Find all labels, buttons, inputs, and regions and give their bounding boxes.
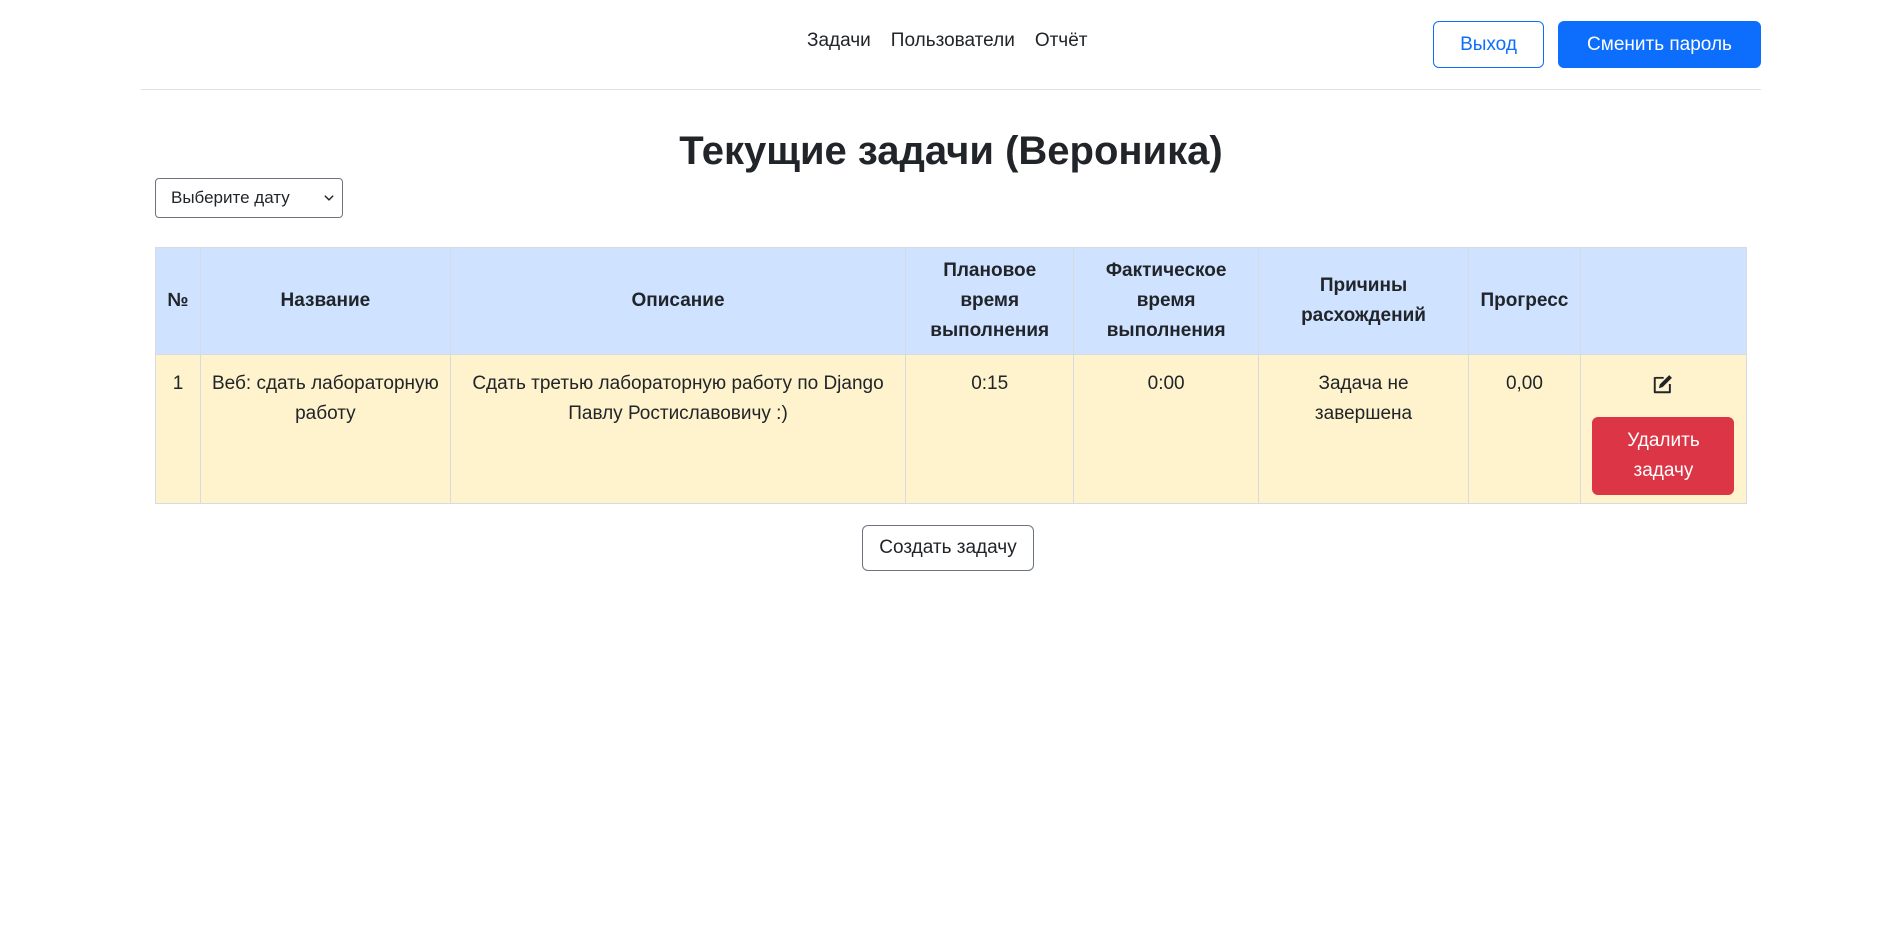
cell-name: Веб: сдать лабораторную работу — [199, 354, 451, 504]
cell-actual-time: 0:00 — [1073, 354, 1260, 504]
nav-item-users[interactable]: Пользователи — [891, 30, 1015, 52]
top-navbar: Задачи Пользователи Отчёт Выход Сменить … — [141, 0, 1761, 90]
date-select-value: Выберите дату — [171, 188, 290, 207]
col-header-planned-time: Плановое время выполнения — [905, 247, 1075, 355]
change-password-button[interactable]: Сменить пароль — [1558, 21, 1761, 68]
main-nav: Задачи Пользователи Отчёт — [807, 30, 1087, 52]
date-select[interactable]: Выберите дату — [155, 178, 343, 218]
col-header-description: Описание — [449, 247, 907, 355]
col-header-name: Название — [199, 247, 451, 355]
page-container: Задачи Пользователи Отчёт Выход Сменить … — [141, 0, 1761, 571]
table-row: 1 Веб: сдать лабораторную работу Сдать т… — [155, 354, 1748, 504]
create-task-button[interactable]: Создать задачу — [862, 525, 1034, 571]
edit-icon[interactable] — [1652, 373, 1674, 395]
nav-item-tasks[interactable]: Задачи — [807, 30, 871, 52]
col-header-actual-time: Фактическое время выполнения — [1073, 247, 1260, 355]
cell-reasons: Задача не завершена — [1258, 354, 1469, 504]
cell-progress: 0,00 — [1467, 354, 1581, 504]
cell-actions: Удалить задачу — [1579, 354, 1748, 504]
delete-task-button[interactable]: Удалить задачу — [1592, 417, 1735, 495]
tasks-table: № Название Описание Плановое время выпол… — [155, 247, 1748, 504]
chevron-down-icon — [324, 195, 334, 201]
cell-description: Сдать третью лабораторную работу по Djan… — [449, 354, 907, 504]
page-title: Текущие задачи (Вероника) — [679, 129, 1223, 173]
cell-num: 1 — [155, 354, 201, 504]
col-header-actions — [1579, 247, 1748, 355]
logout-button[interactable]: Выход — [1433, 21, 1544, 68]
col-header-reasons: Причины расхождений — [1258, 247, 1469, 355]
cell-planned-time: 0:15 — [905, 354, 1075, 504]
col-header-num: № — [155, 247, 201, 355]
nav-item-report[interactable]: Отчёт — [1035, 30, 1088, 52]
table-header-row: № Название Описание Плановое время выпол… — [155, 247, 1748, 355]
col-header-progress: Прогресс — [1467, 247, 1581, 355]
